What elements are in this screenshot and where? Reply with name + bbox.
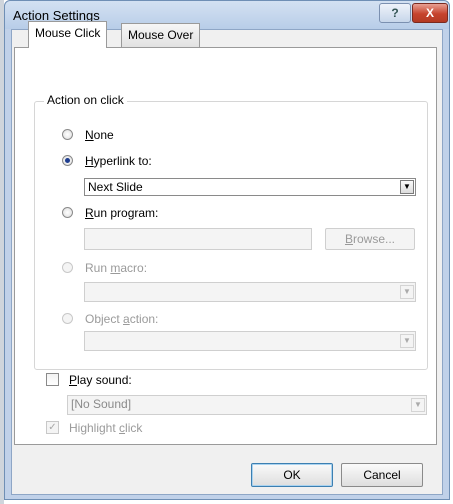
run-program-radio[interactable] xyxy=(62,207,73,218)
object-action-radio[interactable] xyxy=(62,313,73,324)
help-button[interactable]: ? xyxy=(379,3,411,23)
hyperlink-label[interactable]: Hyperlink to: xyxy=(85,154,152,168)
sound-select-value: [No Sound] xyxy=(71,397,132,411)
chevron-down-icon[interactable]: ▼ xyxy=(411,398,425,412)
run-program-input[interactable] xyxy=(84,228,312,250)
hyperlink-radio[interactable] xyxy=(62,155,73,166)
hyperlink-select[interactable]: Next Slide ▼ xyxy=(84,178,416,196)
cancel-button[interactable]: Cancel xyxy=(341,463,423,487)
object-action-select[interactable]: ▼ xyxy=(84,331,416,351)
close-button[interactable]: X xyxy=(412,3,448,23)
run-macro-radio[interactable] xyxy=(62,262,73,273)
chevron-down-icon[interactable]: ▼ xyxy=(400,285,414,299)
none-label[interactable]: None xyxy=(85,128,114,142)
ok-button[interactable]: OK xyxy=(251,463,333,487)
none-radio[interactable] xyxy=(62,129,73,140)
highlight-click-checkbox[interactable]: ✓ xyxy=(46,421,59,434)
highlight-click-label: Highlight click xyxy=(69,421,143,435)
sound-select[interactable]: [No Sound] ▼ xyxy=(67,395,427,415)
play-sound-label[interactable]: Play sound: xyxy=(69,373,132,387)
run-macro-select[interactable]: ▼ xyxy=(84,282,416,302)
tab-mouse-over[interactable]: Mouse Over xyxy=(121,23,201,47)
run-program-label[interactable]: Run program: xyxy=(85,206,158,220)
hyperlink-value: Next Slide xyxy=(88,180,143,194)
chevron-down-icon[interactable]: ▼ xyxy=(400,334,414,348)
run-macro-label: Run macro: xyxy=(85,261,148,275)
action-on-click-label: Action on click xyxy=(44,93,127,107)
chevron-down-icon[interactable]: ▼ xyxy=(400,180,414,194)
tab-mouse-click[interactable]: Mouse Click xyxy=(28,21,108,48)
play-sound-checkbox[interactable] xyxy=(46,373,59,386)
browse-button[interactable]: Browse... xyxy=(325,228,415,250)
object-action-label: Object action: xyxy=(85,312,159,326)
